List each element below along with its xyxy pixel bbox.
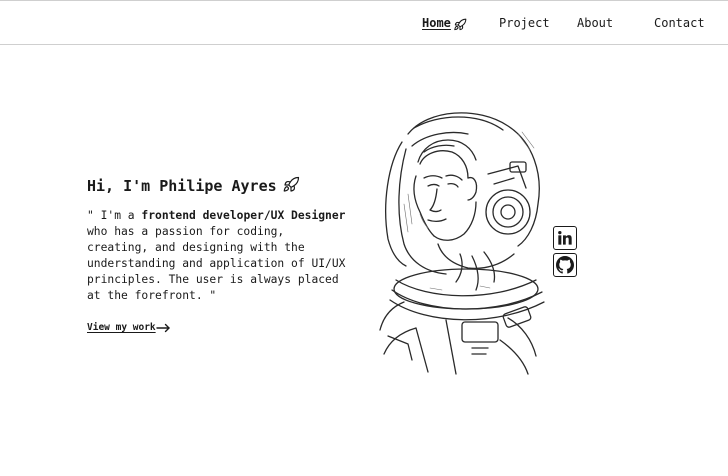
- view-my-work-link[interactable]: View my work: [87, 321, 156, 335]
- arrow-right-icon: [156, 323, 170, 333]
- bio-role: frontend developer/UX Designer: [141, 209, 346, 222]
- nav-about-link[interactable]: About: [577, 1, 613, 46]
- nav-home-link[interactable]: Home: [422, 1, 467, 46]
- bio-open: " I'm a: [87, 209, 142, 222]
- linkedin-icon: [558, 231, 572, 245]
- top-nav-bar: Home Project About Contact: [0, 0, 728, 45]
- rocket-icon: [283, 176, 300, 192]
- nav-home-label: Home: [422, 16, 451, 30]
- nav-project-link[interactable]: Project: [499, 1, 550, 46]
- github-icon: [556, 256, 574, 274]
- rocket-icon: [454, 18, 467, 31]
- astronaut-illustration: [379, 112, 545, 375]
- hero-bio: " I'm a frontend developer/UX Designer w…: [87, 208, 349, 304]
- bio-rest: who has a passion for coding, creating, …: [87, 225, 346, 302]
- nav-contact-link[interactable]: Contact: [654, 1, 705, 46]
- hero-greeting: Hi, I'm Philipe Ayres: [87, 177, 277, 195]
- linkedin-link[interactable]: [553, 226, 577, 250]
- github-link[interactable]: [553, 253, 577, 277]
